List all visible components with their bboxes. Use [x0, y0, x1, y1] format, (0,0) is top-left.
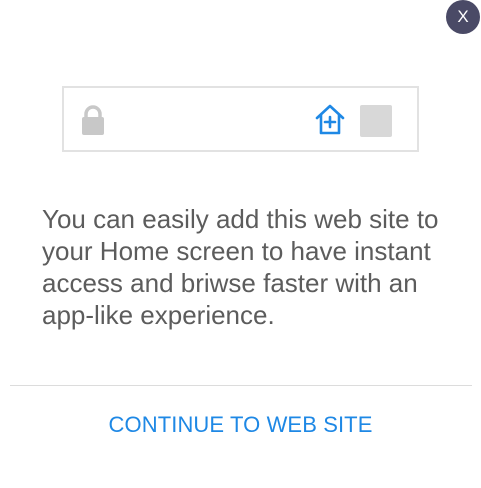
- menu-square-icon: [360, 105, 392, 137]
- divider: [10, 385, 472, 386]
- close-button-label: X: [457, 7, 469, 26]
- address-bar-illustration: [62, 86, 419, 152]
- add-to-home-icon: [315, 104, 345, 135]
- continue-to-website-button[interactable]: CONTINUE TO WEB SITE: [0, 412, 481, 438]
- add-to-home-dialog: X You can easily add this web site to yo…: [0, 0, 481, 488]
- instruction-text: You can easily add this web site to your…: [42, 204, 439, 330]
- lock-icon: [82, 105, 104, 135]
- close-button[interactable]: X: [446, 0, 480, 34]
